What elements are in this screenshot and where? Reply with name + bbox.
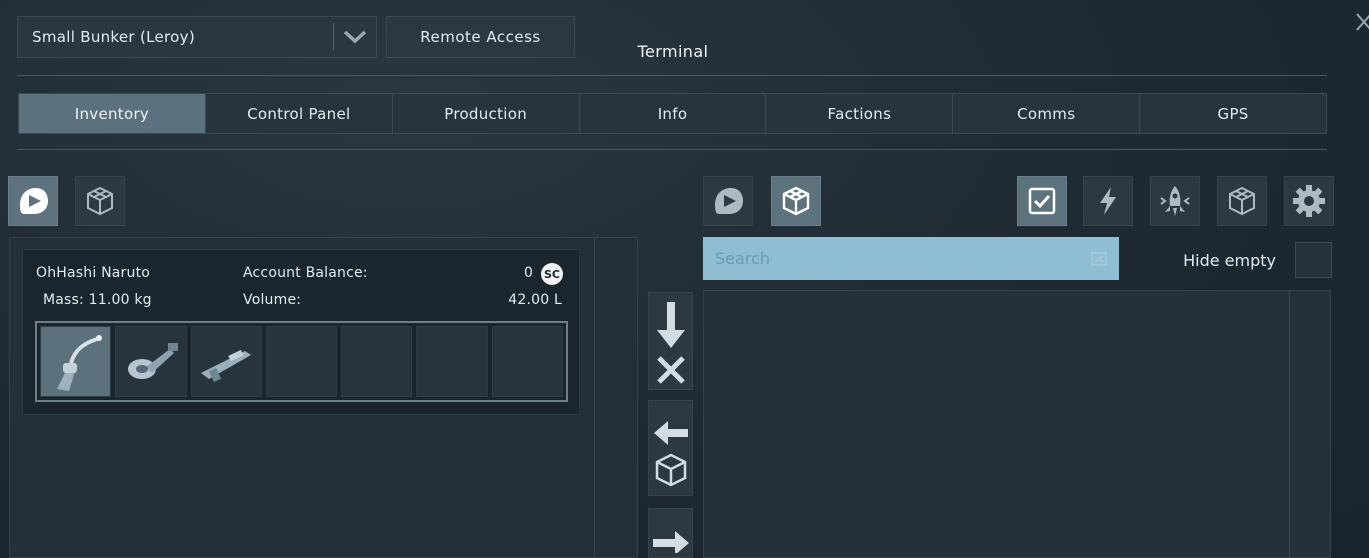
- right-scrollbar-track[interactable]: [1289, 291, 1290, 558]
- space-credit-icon: SC: [541, 263, 563, 285]
- volume-value: 42.00 L: [508, 292, 562, 308]
- header-divider: [17, 75, 1327, 76]
- filter-energy-button[interactable]: [1083, 176, 1133, 226]
- rocket-icon: [1160, 186, 1190, 216]
- tab-info[interactable]: Info: [579, 94, 767, 133]
- left-character-filter-button[interactable]: [8, 176, 58, 226]
- inventory-slots: [35, 321, 568, 402]
- page-title: Terminal: [637, 42, 709, 61]
- volume-label: Volume:: [243, 292, 302, 308]
- checkbox-all-icon: [1028, 187, 1056, 215]
- filter-production-button[interactable]: [1284, 176, 1334, 226]
- filter-all-button[interactable]: [1017, 176, 1067, 226]
- throw-out-button[interactable]: [648, 292, 693, 390]
- inventory-slot[interactable]: [341, 326, 413, 397]
- left-grid-filter-button[interactable]: [75, 176, 125, 226]
- grid-selector-value: Small Bunker (Leroy): [32, 28, 195, 46]
- hide-empty-label: Hide empty: [1183, 251, 1276, 270]
- character-mass: Mass: 11.00 kg: [43, 292, 152, 308]
- tab-comms[interactable]: Comms: [953, 94, 1141, 133]
- search-input[interactable]: [715, 249, 1079, 268]
- inventory-slot[interactable]: [40, 326, 112, 397]
- grid-cubes-icon: [87, 186, 113, 216]
- arrow-right-icon: [652, 531, 689, 553]
- right-character-filter-button[interactable]: [703, 176, 753, 226]
- tab-production[interactable]: Production: [392, 94, 580, 133]
- grinder-tool-icon: [127, 342, 178, 379]
- tab-factions[interactable]: Factions: [766, 94, 954, 133]
- welder-tool-icon: [56, 334, 102, 391]
- inventory-slot[interactable]: [115, 326, 187, 397]
- filter-thrusters-button[interactable]: [1150, 176, 1200, 226]
- lightning-icon: [1100, 187, 1116, 215]
- chevron-down-icon[interactable]: [334, 17, 376, 57]
- inventory-slot[interactable]: [416, 326, 488, 397]
- filter-storage-button[interactable]: [1217, 176, 1267, 226]
- rifle-icon: [201, 349, 252, 382]
- account-balance-label: Account Balance:: [243, 265, 368, 281]
- character-name: OhHashi Naruto: [36, 265, 151, 281]
- cubes-icon: [1229, 186, 1255, 216]
- tab-gps[interactable]: GPS: [1140, 94, 1327, 133]
- tabs-divider: [17, 149, 1327, 150]
- account-balance-value: 0: [524, 265, 534, 281]
- tab-control-panel[interactable]: Control Panel: [205, 94, 393, 133]
- remote-access-button[interactable]: Remote Access: [386, 16, 575, 58]
- inventory-slot[interactable]: [190, 326, 262, 397]
- gear-icon: [1293, 185, 1325, 217]
- tab-bar: Inventory Control Panel Production Info …: [18, 93, 1327, 134]
- tab-inventory[interactable]: Inventory: [19, 94, 206, 133]
- grid-selector-dropdown[interactable]: Small Bunker (Leroy): [17, 16, 377, 58]
- search-box: [703, 237, 1119, 280]
- arrow-down-cancel-icon: [656, 302, 685, 384]
- character-helmet-icon: [20, 188, 48, 214]
- right-inventory-panel: [703, 290, 1331, 558]
- grid-cubes-icon: [782, 186, 810, 216]
- character-helmet-icon: [715, 188, 743, 214]
- left-scrollbar-track[interactable]: [594, 238, 595, 558]
- right-grid-filter-button[interactable]: [771, 176, 821, 226]
- hide-empty-checkbox[interactable]: [1295, 242, 1332, 278]
- close-icon[interactable]: [1355, 10, 1369, 34]
- transfer-right-button[interactable]: [648, 508, 693, 558]
- transfer-to-grid-button[interactable]: [648, 400, 693, 496]
- clear-search-icon[interactable]: [1079, 250, 1119, 268]
- inventory-slot[interactable]: [265, 326, 338, 397]
- inventory-slot[interactable]: [491, 326, 563, 397]
- arrow-left-grid-icon: [653, 421, 688, 487]
